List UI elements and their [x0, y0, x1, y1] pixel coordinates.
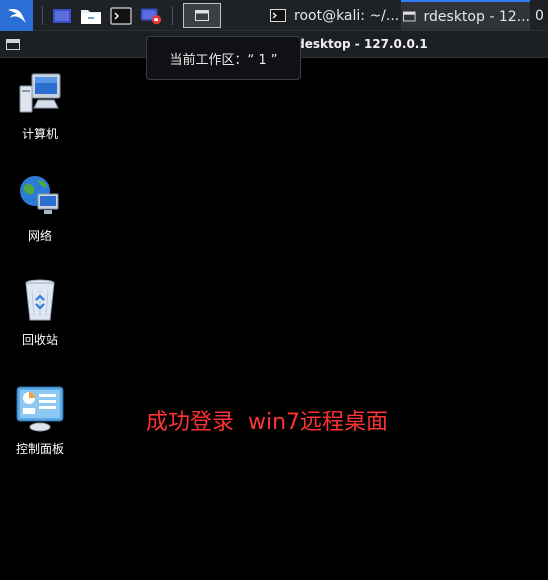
show-desktop-button[interactable] — [51, 3, 73, 28]
computer-icon — [19, 73, 61, 113]
workspace-tooltip: 当前工作区：“ 1 ” — [146, 36, 301, 80]
task-label: rdesktop - 12... — [423, 8, 530, 25]
desktop-icon-computer[interactable]: 计算机 — [0, 70, 80, 142]
control-panel-icon — [16, 386, 64, 432]
desktop-icon-label: 计算机 — [21, 127, 58, 141]
panel-separator — [172, 6, 173, 25]
terminal-launcher-button[interactable] — [110, 3, 132, 28]
desktop-icon-network[interactable]: 网络 — [0, 172, 80, 244]
tooltip-text: 当前工作区：“ 1 ” — [169, 52, 278, 68]
network-globe-icon — [20, 176, 59, 214]
annotation-text: 成功登录 win7远程桌面 — [146, 410, 389, 435]
screen-record-icon — [140, 8, 162, 24]
file-manager-button[interactable] — [80, 3, 102, 28]
task-overflow[interactable]: 0 — [535, 0, 548, 31]
task-label: 0 — [535, 7, 544, 24]
recycle-bin-icon — [25, 279, 55, 321]
desktop-icon-recycle-bin[interactable]: 回收站 — [0, 276, 80, 348]
folder-icon — [81, 9, 101, 24]
kali-dragon-icon — [7, 8, 26, 23]
desktop-icon-label: 控制面板 — [15, 442, 64, 456]
terminal-icon — [270, 9, 286, 22]
desktop-icon-label: 网络 — [27, 229, 52, 243]
workspace-1-button[interactable] — [183, 3, 221, 28]
task-terminal[interactable]: root@kali: ~/... — [270, 0, 400, 31]
window-icon — [195, 10, 209, 21]
remote-desktop[interactable]: 计算机 网络 回收站 控制面板 成功登录 win7远程桌面 — [0, 58, 548, 580]
desktop-icon — [53, 8, 71, 23]
kali-menu-button[interactable] — [0, 0, 33, 31]
window-icon — [403, 11, 416, 22]
task-rdesktop[interactable]: rdesktop - 12... — [401, 0, 530, 31]
top-panel: root@kali: ~/... rdesktop - 12... 0 — [0, 0, 548, 31]
terminal-icon — [110, 6, 132, 25]
desktop-icon-control-panel[interactable]: 控制面板 — [0, 385, 80, 457]
desktop-icon-label: 回收站 — [21, 333, 58, 347]
screen-recorder-button[interactable] — [140, 3, 162, 28]
task-label: root@kali: ~/... — [294, 7, 400, 24]
panel-separator — [42, 6, 43, 25]
